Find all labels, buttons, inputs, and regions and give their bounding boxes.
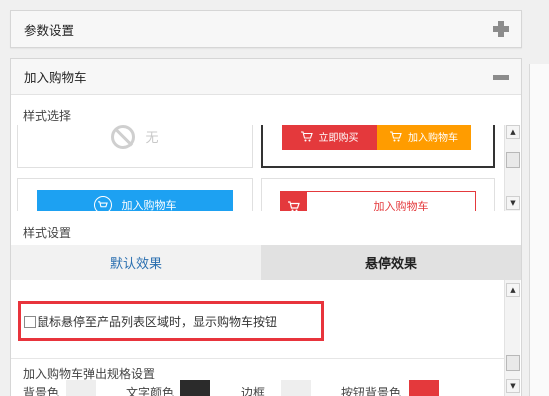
text-color-swatch[interactable] — [180, 380, 210, 396]
border-color-label: 边框 — [241, 386, 266, 396]
preview-add-to-cart-button: 加入购物车 — [377, 125, 471, 150]
style-settings-label: 样式设置 — [23, 226, 72, 240]
bg-color-label: 背景色 — [23, 386, 60, 396]
text-color-label: 文字颜色 — [126, 386, 175, 396]
preview-add-to-cart-label: 加入购物车 — [408, 133, 458, 144]
preview-buy-now-button: 立即购买 — [282, 125, 377, 150]
bg-color-swatch[interactable] — [66, 380, 96, 396]
hover-show-cart-label: 鼠标悬停至产品列表区域时，显示购物车按钮 — [37, 315, 278, 329]
scroll-up-arrow-icon[interactable]: ▲ — [506, 283, 520, 297]
style-option-none-label: 无 — [145, 131, 159, 146]
style-option-none[interactable]: 无 — [17, 125, 253, 168]
scroll-down-arrow-icon[interactable]: ▼ — [506, 379, 520, 393]
button-bg-color-label: 按钮背景色 — [341, 386, 402, 396]
params-panel-title: 参数设置 — [24, 22, 75, 38]
adjacent-pane-edge — [529, 64, 549, 396]
color-swatches-row: 背景色 文字颜色 边框 按钮背景色 — [23, 380, 503, 396]
settings-scrollbar[interactable]: ▲ ▼ — [504, 280, 520, 396]
style-option-buy-and-add[interactable]: 立即购买 加入购物车 — [261, 125, 495, 168]
expand-plus-icon[interactable] — [493, 21, 509, 37]
collapse-minus-icon[interactable] — [493, 75, 509, 80]
cart-circle-icon — [93, 196, 112, 211]
button-bg-color-swatch[interactable] — [409, 380, 439, 396]
cart-panel-header[interactable]: 加入购物车 — [11, 59, 521, 95]
tab-hover-effect[interactable]: 悬停效果 — [261, 245, 521, 280]
preview-red-add-label: 加入购物车 — [373, 200, 429, 211]
scrollbar-thumb[interactable] — [506, 355, 520, 371]
scroll-down-arrow-icon[interactable]: ▼ — [506, 196, 520, 210]
cart-panel-title: 加入购物车 — [24, 70, 87, 85]
divider — [11, 358, 504, 359]
hover-show-cart-checkbox[interactable] — [24, 315, 36, 328]
style-select-label: 样式选择 — [23, 109, 72, 123]
border-color-swatch[interactable] — [281, 380, 311, 396]
params-panel: 参数设置 — [10, 10, 522, 48]
ban-icon — [111, 125, 136, 149]
preview-red-add-button: 加入购物车 — [280, 191, 476, 211]
tab-content: 鼠标悬停至产品列表区域时，显示购物车按钮 加入购物车弹出规格设置 背景色 文字颜… — [11, 280, 521, 396]
cart-icon — [300, 131, 313, 142]
preview-buy-now-label: 立即购买 — [318, 133, 359, 144]
cart-icon — [390, 131, 402, 142]
scrollbar-thumb[interactable] — [506, 152, 520, 168]
style-option-red-outline[interactable]: 加入购物车 — [261, 178, 495, 211]
cart-icon — [281, 192, 307, 211]
effect-tabs: 默认效果 悬停效果 — [11, 245, 521, 280]
preview-blue-add-button: 加入购物车 — [37, 190, 233, 211]
scroll-up-arrow-icon[interactable]: ▲ — [506, 125, 520, 139]
preview-blue-add-label: 加入购物车 — [121, 199, 177, 211]
style-options-scrollbar[interactable]: ▲ ▼ — [504, 125, 520, 211]
hover-show-cart-option[interactable]: 鼠标悬停至产品列表区域时，显示购物车按钮 — [24, 313, 277, 330]
style-option-blue[interactable]: 加入购物车 — [17, 178, 253, 211]
cart-panel: 加入购物车 样式选择 无 立即购买 加入购物车 加入购物车 加入购物车 ▲ ▼ … — [10, 58, 522, 396]
tab-default-effect[interactable]: 默认效果 — [11, 245, 261, 280]
style-options-viewport: 无 立即购买 加入购物车 加入购物车 加入购物车 — [17, 125, 514, 211]
params-panel-header[interactable]: 参数设置 — [11, 11, 521, 47]
